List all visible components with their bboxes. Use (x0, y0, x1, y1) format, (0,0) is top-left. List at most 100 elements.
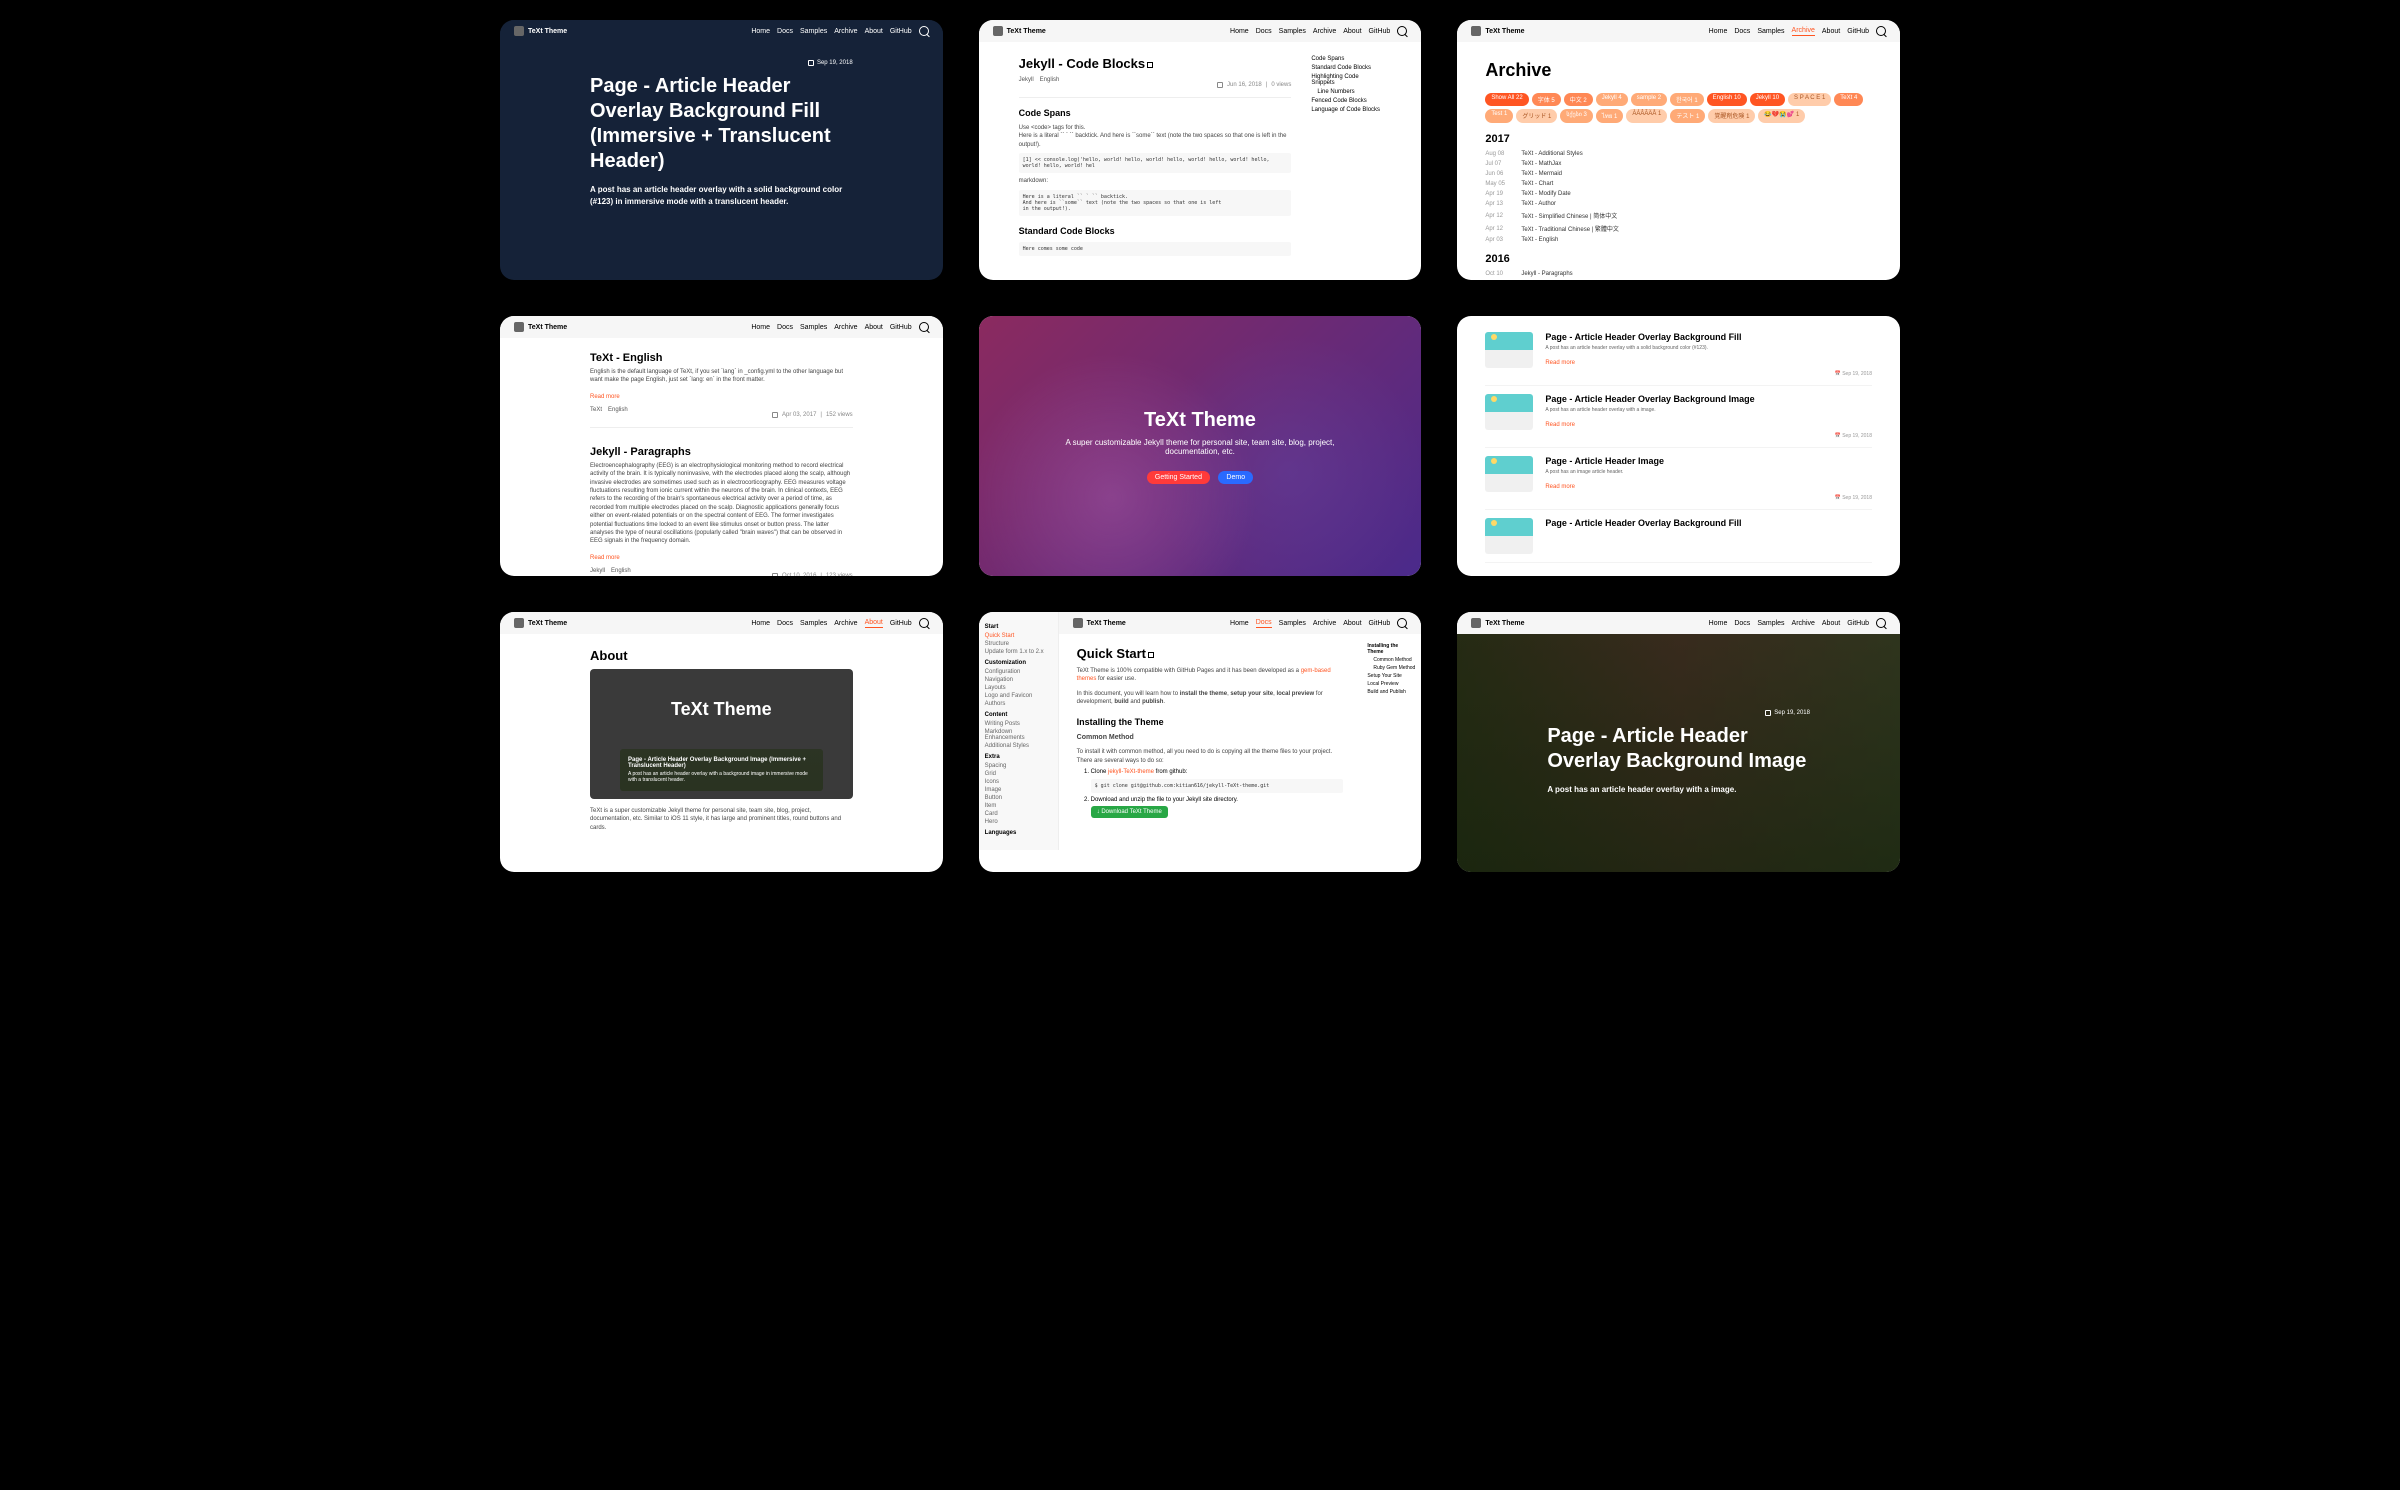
nav-samples[interactable]: Samples (1279, 28, 1306, 35)
toc-item[interactable]: Standard Code Blocks (1311, 65, 1381, 71)
tag-pill[interactable]: 中文 2 (1564, 93, 1593, 106)
toc-item[interactable]: Local Preview (1367, 680, 1415, 688)
toc-item[interactable]: Common Method (1367, 656, 1415, 664)
tag-pill[interactable]: Jekyll 10 (1750, 93, 1785, 106)
nav-github[interactable]: GitHub (890, 324, 912, 331)
nav-samples[interactable]: Samples (800, 324, 827, 331)
toc-item[interactable]: Installing the Theme (1367, 642, 1415, 656)
nav-samples[interactable]: Samples (1279, 620, 1306, 627)
brand[interactable]: TeXt Theme (1471, 618, 1524, 628)
brand[interactable]: TeXt Theme (514, 26, 567, 36)
nav-archive[interactable]: Archive (834, 620, 857, 627)
read-more-link[interactable]: Read more (1545, 360, 1575, 366)
sidebar-item[interactable]: Image (985, 786, 1052, 794)
brand[interactable]: TeXt Theme (1073, 618, 1126, 628)
repo-link[interactable]: jekyll-TeXt-theme (1108, 769, 1154, 775)
nav-home[interactable]: Home (751, 620, 770, 627)
tag-pill[interactable]: Test 1 (1485, 109, 1513, 123)
sidebar-item[interactable]: Icons (985, 778, 1052, 786)
sidebar-item[interactable]: Grid (985, 770, 1052, 778)
nav-docs[interactable]: Docs (1256, 28, 1272, 35)
nav-github[interactable]: GitHub (890, 28, 912, 35)
nav-about[interactable]: About (1822, 620, 1840, 627)
nav-docs[interactable]: Docs (777, 620, 793, 627)
sidebar-item[interactable]: Card (985, 810, 1052, 818)
article-card[interactable]: Page - Article Header ImageA post has an… (1485, 448, 1872, 510)
nav-about[interactable]: About (1343, 620, 1361, 627)
demo-button[interactable]: Demo (1218, 471, 1253, 484)
archive-link[interactable]: TeXt - Simplified Chinese | 简体中文 (1521, 211, 1617, 220)
search-icon[interactable] (919, 26, 929, 36)
sidebar-item[interactable]: Markdown Enhancements (985, 728, 1052, 742)
external-icon[interactable] (1148, 652, 1154, 658)
tag-english[interactable]: English (1040, 77, 1060, 83)
toc-item[interactable]: Build and Publish (1367, 688, 1415, 696)
sidebar-item[interactable]: Quick Start (985, 632, 1052, 640)
archive-link[interactable]: Jekyll - Paragraphs (1521, 271, 1572, 277)
read-more-link[interactable]: Read more (1545, 422, 1575, 428)
toc-item[interactable]: Language of Code Blocks (1311, 107, 1381, 113)
tag-pill[interactable]: English 10 (1707, 93, 1747, 106)
nav-archive[interactable]: Archive (1792, 620, 1815, 627)
search-icon[interactable] (919, 618, 929, 628)
brand[interactable]: TeXt Theme (514, 322, 567, 332)
archive-link[interactable]: TeXt - Chart (1521, 181, 1553, 187)
read-more-link[interactable]: Read more (1545, 484, 1575, 490)
nav-docs[interactable]: Docs (1734, 620, 1750, 627)
nav-docs[interactable]: Docs (1734, 28, 1750, 35)
nav-home[interactable]: Home (1230, 620, 1249, 627)
brand[interactable]: TeXt Theme (514, 618, 567, 628)
search-icon[interactable] (919, 322, 929, 332)
article-card[interactable]: Page - Article Header Overlay Background… (1485, 324, 1872, 386)
sidebar-item[interactable]: Structure (985, 640, 1052, 648)
nav-archive[interactable]: Archive (1313, 620, 1336, 627)
tag-pill[interactable]: 😂💔😭💕 1 (1758, 109, 1805, 123)
nav-archive[interactable]: Archive (834, 324, 857, 331)
nav-github[interactable]: GitHub (1369, 28, 1391, 35)
sidebar-item[interactable]: Configuration (985, 668, 1052, 676)
brand[interactable]: TeXt Theme (993, 26, 1046, 36)
sidebar-item[interactable]: Hero (985, 818, 1052, 826)
sidebar-item[interactable]: Additional Styles (985, 742, 1052, 750)
nav-about[interactable]: About (865, 28, 883, 35)
archive-link[interactable]: TeXt - Mermaid (1521, 171, 1562, 177)
post-title[interactable]: TeXt - English (590, 352, 853, 364)
search-icon[interactable] (1397, 26, 1407, 36)
search-icon[interactable] (1876, 618, 1886, 628)
nav-about[interactable]: About (865, 324, 883, 331)
tag-pill[interactable]: グリッド 1 (1516, 109, 1557, 123)
read-more-link[interactable]: Read more (590, 394, 620, 400)
nav-github[interactable]: GitHub (890, 620, 912, 627)
toc-item[interactable]: Setup Your Site (1367, 672, 1415, 680)
sidebar-item[interactable]: Authors (985, 700, 1052, 708)
search-icon[interactable] (1397, 618, 1407, 628)
nav-github[interactable]: GitHub (1847, 28, 1869, 35)
archive-link[interactable]: TeXt - Author (1521, 201, 1556, 207)
tag-pill[interactable]: TeXt 4 (1834, 93, 1863, 106)
toc-item[interactable]: Line Numbers (1311, 89, 1381, 95)
nav-home[interactable]: Home (1230, 28, 1249, 35)
sidebar-item[interactable]: Item (985, 802, 1052, 810)
sidebar-item[interactable]: Logo and Favicon (985, 692, 1052, 700)
tag-pill[interactable]: S P A C E 1 (1788, 93, 1831, 106)
toc-item[interactable]: Code Spans (1311, 56, 1381, 62)
download-button[interactable]: ↓ Download TeXt Theme (1091, 806, 1168, 818)
external-icon[interactable] (1147, 62, 1153, 68)
tag[interactable]: English (611, 568, 631, 574)
tag-pill[interactable]: Jekyll 4 (1596, 93, 1628, 106)
nav-about[interactable]: About (865, 619, 883, 628)
nav-home[interactable]: Home (1709, 28, 1728, 35)
search-icon[interactable] (1876, 26, 1886, 36)
nav-samples[interactable]: Samples (1757, 620, 1784, 627)
tag-jekyll[interactable]: Jekyll (1019, 77, 1034, 83)
sidebar-item[interactable]: Spacing (985, 762, 1052, 770)
read-more-link[interactable]: Read more (590, 555, 620, 561)
tag-pill[interactable]: テスト 1 (1670, 109, 1705, 123)
nav-samples[interactable]: Samples (1757, 28, 1784, 35)
tag-pill[interactable]: სქესი 3 (1560, 109, 1593, 123)
sidebar-item[interactable]: Writing Posts (985, 720, 1052, 728)
nav-home[interactable]: Home (1709, 620, 1728, 627)
nav-docs[interactable]: Docs (777, 28, 793, 35)
article-card[interactable]: Page - Article Header Overlay Background… (1485, 386, 1872, 448)
sidebar-item[interactable]: Button (985, 794, 1052, 802)
